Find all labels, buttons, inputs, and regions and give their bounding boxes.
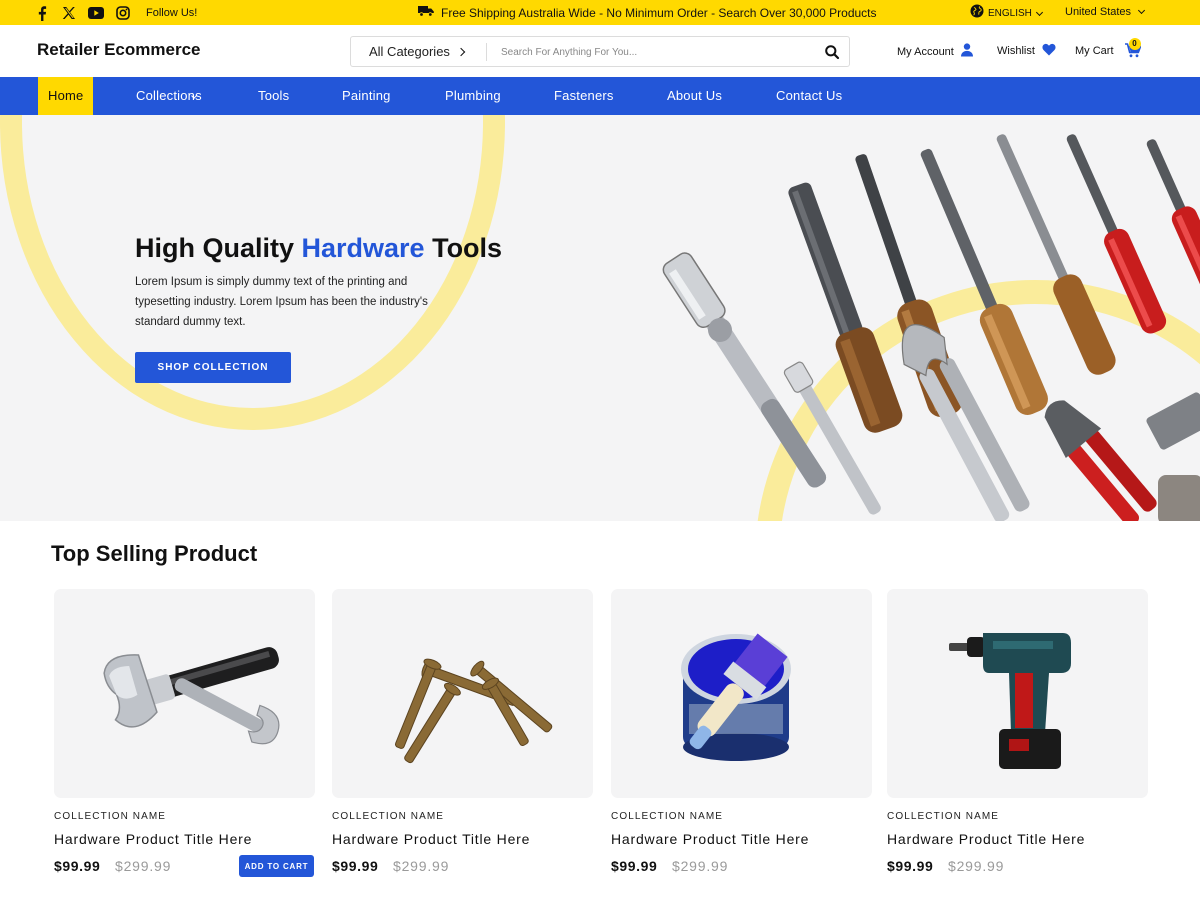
product-price: $99.99 xyxy=(54,858,101,874)
search-bar: All Categories xyxy=(350,36,850,67)
shop-collection-button[interactable]: SHOP COLLECTION xyxy=(135,352,291,383)
cart-label: My Cart xyxy=(1075,45,1114,57)
nav-item-about-us[interactable]: About Us xyxy=(667,77,722,115)
paint-can-and-brush-image xyxy=(681,633,791,761)
product-image[interactable] xyxy=(332,589,593,798)
product-old-price: $299.99 xyxy=(115,858,172,874)
cart-icon-wrap: 0 xyxy=(1118,38,1141,61)
product-card: COLLECTION NAME Hardware Product Title H… xyxy=(611,589,872,879)
search-input[interactable] xyxy=(501,42,801,62)
product-title[interactable]: Hardware Product Title Here xyxy=(887,831,1085,847)
product-old-price: $299.99 xyxy=(948,858,1005,874)
x-icon[interactable] xyxy=(61,5,77,21)
nav-item-tools[interactable]: Tools xyxy=(258,77,289,115)
user-icon xyxy=(954,43,973,60)
hero-title-highlight: Hardware xyxy=(301,233,425,263)
nav-item-plumbing[interactable]: Plumbing xyxy=(445,77,501,115)
site-header: Retailer Ecommerce All Categories My Acc… xyxy=(0,25,1200,77)
chevron-down-icon xyxy=(1138,6,1146,15)
my-account-label: My Account xyxy=(897,45,954,58)
promo-text: Free Shipping Australia Wide - No Minimu… xyxy=(441,6,877,20)
wishlist-link[interactable]: Wishlist xyxy=(997,43,1056,59)
wishlist-label: Wishlist xyxy=(997,45,1035,57)
hardware-tools-image xyxy=(662,134,1200,521)
product-price: $99.99 xyxy=(887,858,934,874)
country-label: United States xyxy=(1065,6,1132,18)
instagram-icon[interactable] xyxy=(115,5,131,21)
product-image[interactable] xyxy=(54,589,315,798)
follow-us-text: Follow Us! xyxy=(146,7,198,19)
product-price: $99.99 xyxy=(611,858,658,874)
nav-item-home[interactable]: Home xyxy=(38,77,94,115)
cart-link[interactable]: My Cart 0 xyxy=(1075,38,1141,61)
nav-item-painting[interactable]: Painting xyxy=(342,77,391,115)
cart-count-badge: 0 xyxy=(1128,38,1141,50)
hero-banner: High Quality Hardware Tools Lorem Ipsum … xyxy=(0,115,1200,521)
truck-icon xyxy=(418,5,441,21)
language-selector[interactable]: ENGLISH xyxy=(970,4,1043,24)
free-shipping-banner: Free Shipping Australia Wide - No Minimu… xyxy=(418,5,877,21)
hero-title-part2: Tools xyxy=(424,233,503,263)
collection-name: COLLECTION NAME xyxy=(887,811,1000,822)
product-card: COLLECTION NAME Hardware Product Title H… xyxy=(54,589,315,879)
country-selector[interactable]: United States xyxy=(1065,4,1146,20)
chevron-right-icon xyxy=(456,47,466,56)
cordless-drill-image xyxy=(949,633,1071,769)
globe-icon xyxy=(970,4,988,24)
heart-icon xyxy=(1035,43,1056,59)
chevron-down-icon xyxy=(1035,8,1043,16)
product-card: COLLECTION NAME Hardware Product Title H… xyxy=(887,589,1148,879)
product-price: $99.99 xyxy=(332,858,379,874)
product-title[interactable]: Hardware Product Title Here xyxy=(332,831,530,847)
product-title[interactable]: Hardware Product Title Here xyxy=(54,831,252,847)
add-to-cart-button[interactable]: ADD TO CART xyxy=(239,855,314,877)
collection-name: COLLECTION NAME xyxy=(54,811,167,822)
screws-image xyxy=(394,658,553,764)
section-title: Top Selling Product xyxy=(51,541,258,566)
cart-icon xyxy=(1118,43,1141,61)
main-nav: Home Collections Tools Painting Plumbing… xyxy=(0,77,1200,115)
site-logo[interactable]: Retailer Ecommerce xyxy=(37,40,200,60)
product-old-price: $299.99 xyxy=(672,858,729,874)
social-links: Follow Us! xyxy=(34,5,197,21)
product-title[interactable]: Hardware Product Title Here xyxy=(611,831,809,847)
facebook-icon[interactable] xyxy=(34,5,50,21)
product-image[interactable] xyxy=(611,589,872,798)
collection-name: COLLECTION NAME xyxy=(332,811,445,822)
hero-title: High Quality Hardware Tools xyxy=(135,233,502,264)
search-divider xyxy=(486,43,487,61)
hero-description: Lorem Ipsum is simply dummy text of the … xyxy=(135,276,428,328)
product-image[interactable] xyxy=(887,589,1148,798)
search-icon[interactable] xyxy=(824,44,840,60)
nav-item-contact-us[interactable]: Contact Us xyxy=(776,77,842,115)
product-card: COLLECTION NAME Hardware Product Title H… xyxy=(332,589,593,879)
collection-name: COLLECTION NAME xyxy=(611,811,724,822)
language-label: ENGLISH xyxy=(988,8,1032,19)
nav-item-fasteners[interactable]: Fasteners xyxy=(554,77,614,115)
youtube-icon[interactable] xyxy=(88,5,104,21)
product-old-price: $299.99 xyxy=(393,858,450,874)
hero-title-part1: High Quality xyxy=(135,233,302,263)
my-account-link[interactable]: My Account xyxy=(897,43,973,60)
category-label: All Categories xyxy=(369,44,450,59)
top-promo-bar: Follow Us! Free Shipping Australia Wide … xyxy=(0,0,1200,25)
hammer-and-wrench-image xyxy=(103,647,280,745)
category-selector[interactable]: All Categories xyxy=(369,44,466,59)
